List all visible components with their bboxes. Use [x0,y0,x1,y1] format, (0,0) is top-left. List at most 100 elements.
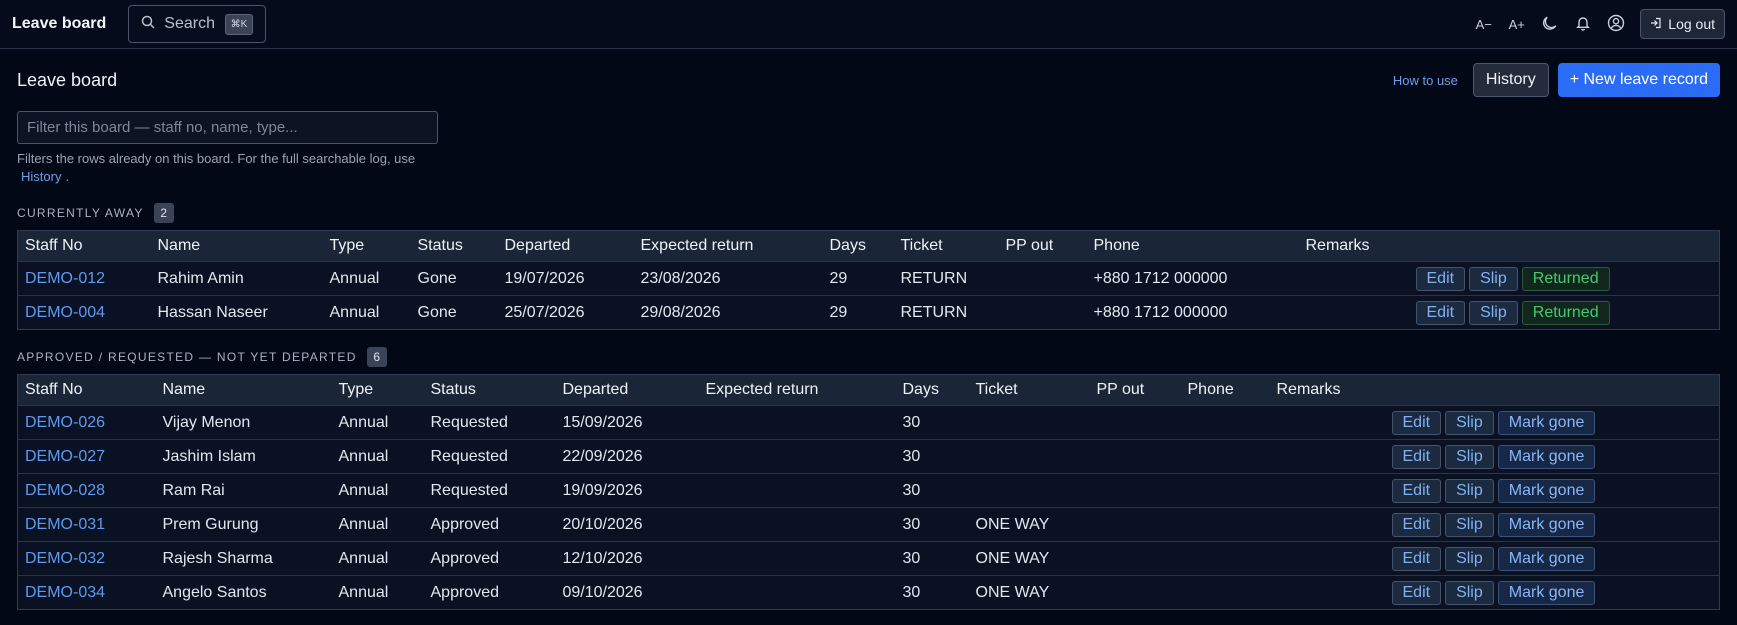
cell-departed: 19/09/2026 [555,473,699,508]
column-header: Ticket [900,237,943,254]
count-badge: 2 [153,203,174,223]
logout-button[interactable]: Log out [1640,9,1725,39]
slip-button[interactable]: Slip [1469,300,1518,325]
cell-type: Annual [331,507,424,542]
slip-button[interactable]: Slip [1469,266,1518,291]
how-to-use-link[interactable]: How to use [1393,73,1458,88]
table-row: DEMO-034 Angelo Santos Annual Approved 0… [17,575,1720,610]
cell-status: Approved [423,575,556,610]
font-increase-button[interactable]: A+ [1500,9,1533,39]
slip-button[interactable]: Slip [1445,410,1494,435]
cell-actions: Edit Slip Mark gone [1384,405,1720,440]
staff-link[interactable]: DEMO-004 [17,295,151,330]
cell-name: Ram Rai [155,473,332,508]
cell-days: 30 [895,507,969,542]
cell-expected-return [698,473,896,508]
cell-type: Annual [322,295,411,330]
column-header: Name [157,237,201,254]
mark-gone-button[interactable]: Mark gone [1497,410,1596,435]
mark-gone-button[interactable]: Mark gone [1497,512,1596,537]
slip-button[interactable]: Slip [1445,478,1494,503]
table-header: Staff No Name Type Status Departed Expec… [17,230,1720,262]
returned-button[interactable]: Returned [1521,300,1610,325]
edit-button[interactable]: Edit [1391,478,1442,503]
hint-history-link[interactable]: History [21,169,61,184]
edit-button[interactable]: Edit [1415,300,1466,325]
cell-status: Approved [423,507,556,542]
moon-icon [1542,15,1558,34]
staff-link[interactable]: DEMO-012 [17,261,151,296]
edit-button[interactable]: Edit [1391,580,1442,605]
cell-expected-return [698,541,896,576]
cell-phone [1180,575,1270,610]
dark-mode-toggle[interactable] [1533,9,1566,39]
user-circle-icon [1607,14,1625,35]
cell-expected-return: 23/08/2026 [633,261,823,296]
cell-type: Annual [322,261,411,296]
font-decrease-button[interactable]: A− [1467,9,1500,39]
cell-status: Requested [423,405,556,440]
cell-phone [1180,541,1270,576]
cell-pp-out [1089,507,1181,542]
cell-ticket: RETURN [893,295,999,330]
section-currently-away: CURRENTLY AWAY 2 [17,203,1720,223]
edit-button[interactable]: Edit [1391,410,1442,435]
cell-remarks [1269,439,1385,474]
staff-link[interactable]: DEMO-034 [17,575,156,610]
bell-icon [1575,15,1591,34]
cell-phone [1180,439,1270,474]
cell-departed: 20/10/2026 [555,507,699,542]
slip-button[interactable]: Slip [1445,580,1494,605]
cell-days: 30 [895,575,969,610]
slip-button[interactable]: Slip [1445,444,1494,469]
cell-days: 29 [822,295,894,330]
account-button[interactable] [1599,9,1632,39]
cell-departed: 19/07/2026 [497,261,634,296]
cell-departed: 25/07/2026 [497,295,634,330]
column-header: Remarks [1305,237,1370,254]
staff-link[interactable]: DEMO-032 [17,541,156,576]
edit-button[interactable]: Edit [1391,546,1442,571]
mark-gone-button[interactable]: Mark gone [1497,444,1596,469]
filter-hint: Filters the rows already on this board. … [17,150,457,186]
returned-button[interactable]: Returned [1521,266,1610,291]
history-button[interactable]: History [1472,63,1549,97]
column-header [1409,231,1720,262]
cell-departed: 09/10/2026 [555,575,699,610]
cell-actions: Edit Slip Mark gone [1384,439,1720,474]
edit-button[interactable]: Edit [1391,444,1442,469]
edit-button[interactable]: Edit [1415,266,1466,291]
mark-gone-button[interactable]: Mark gone [1497,580,1596,605]
cell-type: Annual [331,405,424,440]
cell-name: Rahim Amin [150,261,323,296]
cell-phone: +880 1712 000000 [1086,295,1299,330]
column-header: Staff No [25,237,83,254]
staff-link[interactable]: DEMO-026 [17,405,156,440]
filter-input[interactable] [17,111,438,144]
notifications-button[interactable] [1566,9,1599,39]
column-header [1385,375,1720,406]
table-row: DEMO-032 Rajesh Sharma Annual Approved 1… [17,541,1720,576]
new-leave-record-button[interactable]: + New leave record [1557,63,1720,97]
cell-actions: Edit Slip Mark gone [1384,575,1720,610]
cell-type: Annual [331,439,424,474]
mark-gone-button[interactable]: Mark gone [1497,546,1596,571]
cell-pp-out [998,261,1087,296]
staff-link[interactable]: DEMO-031 [17,507,156,542]
cell-pp-out [998,295,1087,330]
slip-button[interactable]: Slip [1445,546,1494,571]
cell-days: 30 [895,439,969,474]
cell-remarks [1298,261,1409,296]
mark-gone-button[interactable]: Mark gone [1497,478,1596,503]
staff-link[interactable]: DEMO-028 [17,473,156,508]
slip-button[interactable]: Slip [1445,512,1494,537]
edit-button[interactable]: Edit [1391,512,1442,537]
column-header: Type [329,237,365,254]
cell-remarks [1269,541,1385,576]
staff-link[interactable]: DEMO-027 [17,439,156,474]
hint-end: . [65,169,70,184]
search-button[interactable]: Search ⌘K [128,5,267,43]
table-row: DEMO-028 Ram Rai Annual Requested 19/09/… [17,473,1720,508]
cell-ticket: ONE WAY [968,575,1090,610]
cell-phone [1180,473,1270,508]
